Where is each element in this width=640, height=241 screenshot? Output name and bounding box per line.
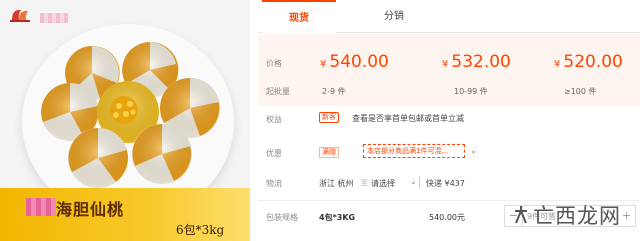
promo-tag: 满赠 — [319, 147, 339, 158]
watermark-text: 亡西龙网 — [533, 204, 621, 228]
currency-symbol: ¥ — [554, 59, 561, 70]
blurred-brand — [26, 198, 56, 216]
divider — [419, 176, 420, 188]
qty-range-3: ≥100 件 — [564, 87, 597, 96]
shipping-label: 物流 — [266, 179, 282, 188]
spec-label: 包装规格 — [266, 213, 298, 222]
tab-bar: 现货 分销 — [258, 0, 640, 33]
currency-symbol: ¥ — [320, 59, 327, 70]
price-value: 520.00 — [563, 52, 623, 72]
destination-select[interactable]: 请选择 — [371, 178, 395, 189]
qty-range-2: 10-99 件 — [454, 87, 488, 96]
benefits-link[interactable]: 查看是否享首单包邮或首单立减 — [352, 113, 464, 124]
price-value: 540.00 — [329, 52, 389, 72]
ship-origin: 浙江 杭州 — [319, 179, 354, 188]
promo-dropdown[interactable]: 本店部分商品满1件可混... — [363, 144, 465, 158]
benefits-label: 权益 — [266, 115, 282, 124]
shipping-fee: 快递 ¥437 — [426, 179, 465, 188]
currency-symbol: ¥ — [442, 59, 449, 70]
chevron-down-icon[interactable]: ⌄ — [410, 177, 417, 186]
ship-to-label: 至 — [361, 179, 368, 187]
site-watermark: 亡西龙网 — [512, 200, 621, 230]
price-label: 价格 — [266, 59, 282, 68]
spec-price: 540.00元 — [429, 213, 465, 222]
price-tier-2: ¥532.00 — [442, 52, 511, 72]
product-label-pack: 6包*3kg — [176, 223, 225, 237]
price-value: 532.00 — [451, 52, 511, 72]
price-tier-1: ¥540.00 — [320, 52, 389, 72]
chevron-down-icon[interactable]: ⌄ — [470, 146, 477, 155]
tab-distribution[interactable]: 分销 — [344, 0, 444, 33]
qty-range-1: 2-9 件 — [322, 87, 346, 96]
new-customer-badge: 新客 — [319, 112, 339, 123]
price-tier-3: ¥520.00 — [554, 52, 623, 72]
product-image[interactable]: 海胆仙桃 6包*3kg — [0, 0, 250, 241]
watermark-logo-icon — [515, 206, 527, 224]
tab-spot[interactable]: 现货 — [262, 0, 336, 33]
spec-name: 4包*3KG — [319, 213, 356, 222]
promotions-label: 优惠 — [266, 149, 282, 158]
moq-label: 起批量 — [266, 87, 290, 96]
